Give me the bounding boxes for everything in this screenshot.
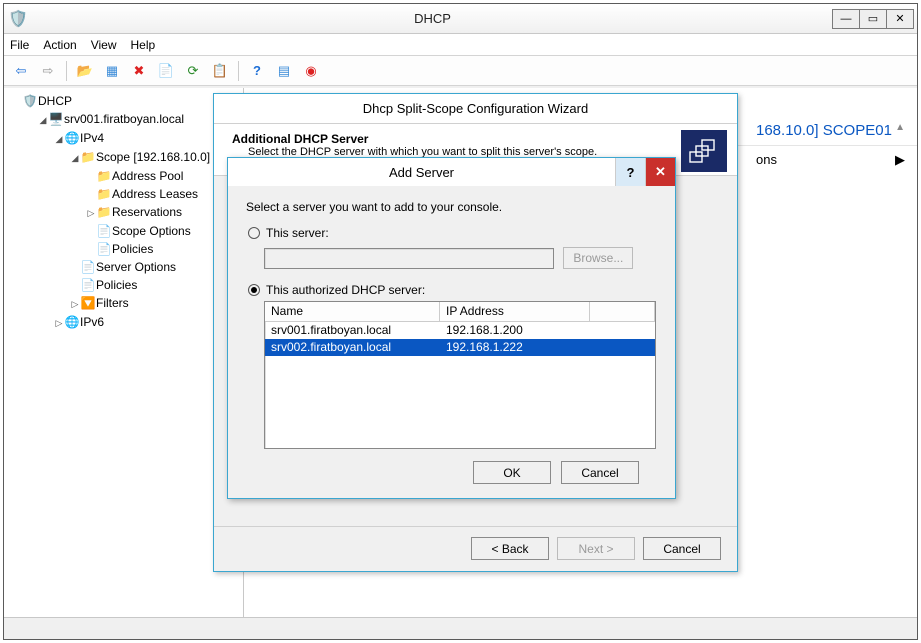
nav-back-icon[interactable]: ⇦ [10,60,32,82]
close-button[interactable]: ✕ [886,9,914,29]
tree-pane[interactable]: 🛡️DHCP ◢🖥️srv001.firatboyan.local ◢🌐IPv4… [4,88,244,617]
tree-label: Policies [96,278,137,292]
maximize-button[interactable]: ▭ [859,9,887,29]
column-name[interactable]: Name [265,302,440,321]
toolbar-separator [66,61,67,81]
status-bar [4,617,917,639]
tree-node-server[interactable]: ◢🖥️srv001.firatboyan.local ◢🌐IPv4 ◢📁Scop… [38,110,241,332]
menu-help[interactable]: Help [131,38,156,52]
menu-bar: File Action View Help [4,34,917,56]
toolbar-separator [238,61,239,81]
calendar-icon[interactable]: ▤ [273,60,295,82]
tree-label: Address Leases [112,187,198,201]
window-title: DHCP [32,11,833,26]
next-button[interactable]: Next > [557,537,635,560]
help-icon[interactable]: ? [246,60,268,82]
wizard-title[interactable]: Dhcp Split-Scope Configuration Wizard [214,94,737,124]
radio-this-server[interactable]: This server: [248,226,657,240]
app-icon: 🛡️ [4,9,32,29]
detail-actions-label[interactable]: ons [756,152,777,168]
add-server-titlebar[interactable]: Add Server ? ✕ [228,158,675,186]
cancel-button[interactable]: Cancel [643,537,721,560]
cancel-button[interactable]: Cancel [561,461,639,484]
ok-button[interactable]: OK [473,461,551,484]
radio-icon [248,284,260,296]
tree-label: Scope Options [112,224,191,238]
radio-icon [248,227,260,239]
main-titlebar[interactable]: 🛡️ DHCP — ▭ ✕ [4,4,917,34]
detail-scope-title: 168.10.0] SCOPE01 [756,122,892,139]
tree-label: Address Pool [112,169,183,183]
add-server-title: Add Server [228,158,615,186]
more-icon[interactable]: ▶ [895,152,905,168]
help-button[interactable]: ? [615,158,645,186]
wizard-heading: Additional DHCP Server [232,132,725,146]
properties-icon[interactable]: 📄 [155,60,177,82]
this-server-input [264,248,554,269]
server-row[interactable]: srv002.firatboyan.local192.168.1.222 [265,339,655,356]
tree-label: Reservations [112,205,182,219]
tree-label: IPv6 [80,315,104,329]
open-icon[interactable]: 📂 [74,60,96,82]
menu-file[interactable]: File [10,38,29,52]
column-spacer [590,302,655,321]
refresh-icon[interactable]: ⟳ [182,60,204,82]
server-ip-cell: 192.168.1.222 [440,339,590,356]
column-ip[interactable]: IP Address [440,302,590,321]
server-name-cell: srv002.firatboyan.local [265,339,440,356]
menu-view[interactable]: View [91,38,117,52]
tree-label: IPv4 [80,131,104,145]
add-server-prompt: Select a server you want to add to your … [246,200,657,214]
panel-icon[interactable]: ▦ [101,60,123,82]
tree-label: Server Options [96,260,176,274]
dhcp-logo-icon [681,130,727,172]
export-icon[interactable]: 📋 [209,60,231,82]
menu-action[interactable]: Action [43,38,76,52]
delete-icon[interactable]: ✖ [128,60,150,82]
server-name-cell: srv001.firatboyan.local [265,322,440,339]
tree-label: Filters [96,296,129,310]
collapse-icon[interactable]: ▲ [895,122,905,139]
record-icon[interactable]: ◉ [300,60,322,82]
server-ip-cell: 192.168.1.200 [440,322,590,339]
close-button[interactable]: ✕ [645,158,675,186]
radio-authorized-label: This authorized DHCP server: [266,283,425,297]
browse-button: Browse... [563,247,633,269]
tree-node-dhcp[interactable]: 🛡️DHCP ◢🖥️srv001.firatboyan.local ◢🌐IPv4… [22,92,241,332]
add-server-dialog: Add Server ? ✕ Select a server you want … [227,157,676,499]
wizard-footer: < Back Next > Cancel [214,526,737,570]
server-row[interactable]: srv001.firatboyan.local192.168.1.200 [265,322,655,339]
listview-header[interactable]: Name IP Address [265,302,655,322]
tree-label: Policies [112,242,153,256]
toolbar: ⇦ ⇨ 📂 ▦ ✖ 📄 ⟳ 📋 ? ▤ ◉ [4,56,917,86]
radio-authorized-server[interactable]: This authorized DHCP server: [248,283,657,297]
radio-this-server-label: This server: [266,226,329,240]
tree-label: DHCP [38,94,72,108]
minimize-button[interactable]: — [832,9,860,29]
nav-forward-icon[interactable]: ⇨ [37,60,59,82]
tree-label: srv001.firatboyan.local [64,112,184,126]
back-button[interactable]: < Back [471,537,549,560]
server-listview[interactable]: Name IP Address srv001.firatboyan.local1… [264,301,656,449]
